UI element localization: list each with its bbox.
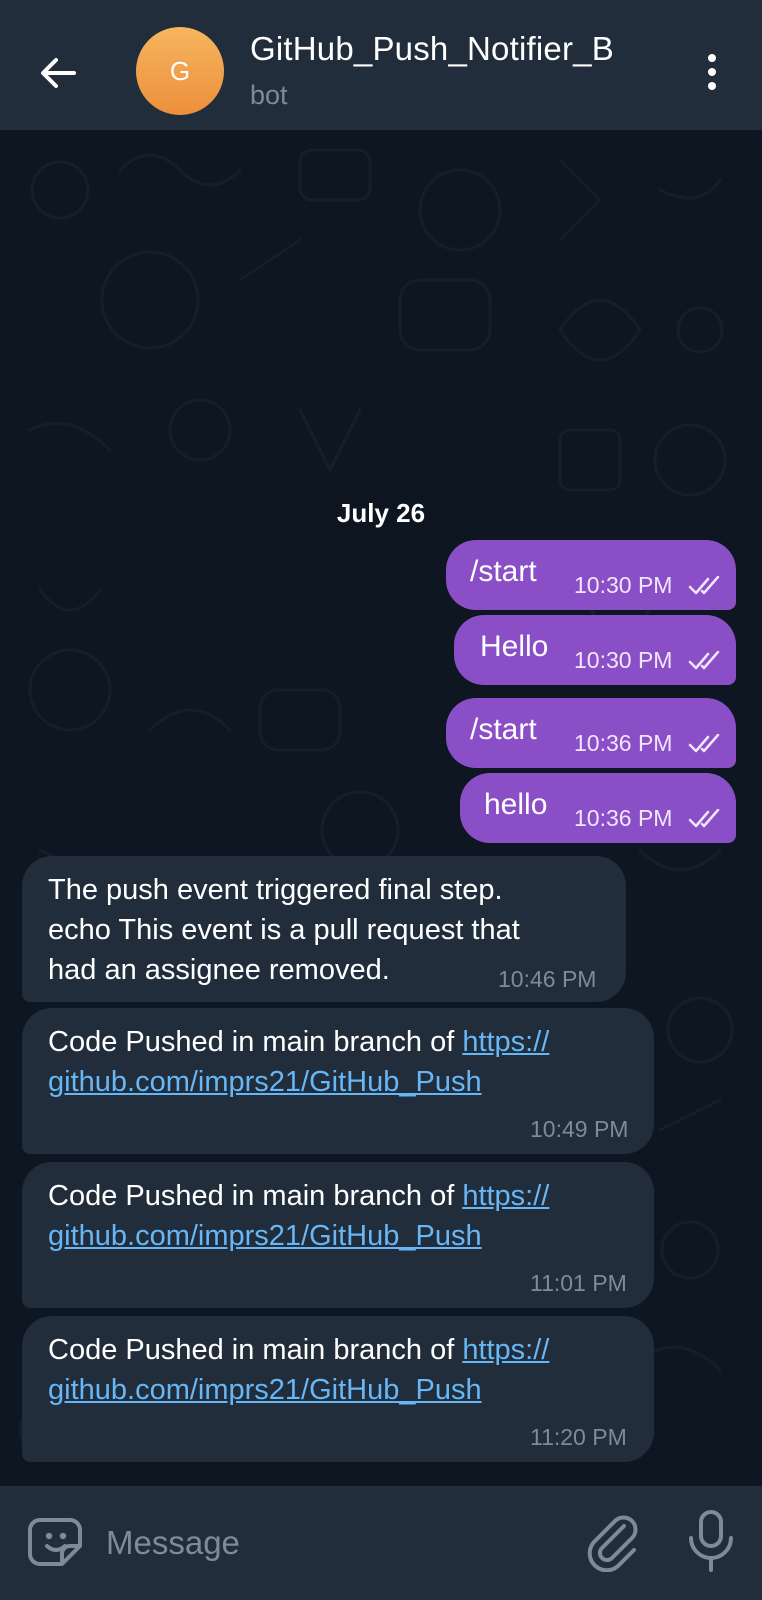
avatar-letter: G xyxy=(169,55,191,86)
message-input[interactable] xyxy=(104,1514,558,1572)
message-link[interactable]: github.com/imprs21/GitHub_Push xyxy=(48,1220,482,1252)
message-link[interactable]: https:// xyxy=(462,1334,549,1366)
message-link[interactable]: https:// xyxy=(462,1026,549,1058)
double-check-icon xyxy=(688,734,720,753)
double-check-icon xyxy=(688,576,720,595)
message-time: 11:20 PM xyxy=(530,1424,627,1450)
outgoing-message[interactable]: Hello 10:30 PM xyxy=(454,615,736,685)
date-chip: July 26 xyxy=(318,488,444,538)
chat-area[interactable]: July 26 /start 10:30 PM Hello 10:30 PM /… xyxy=(0,130,762,1486)
message-text: The push event triggered final step. ech… xyxy=(48,874,520,986)
outgoing-message[interactable]: /start 10:36 PM xyxy=(446,698,736,768)
incoming-message[interactable]: The push event triggered final step. ech… xyxy=(22,856,626,1002)
microphone-button[interactable] xyxy=(682,1508,740,1574)
message-text: Code Pushed in main branch of https:// g… xyxy=(48,1180,550,1252)
message-time: 10:30 PM xyxy=(574,572,673,598)
message-text: Code Pushed in main branch of https:// g… xyxy=(48,1334,550,1406)
avatar[interactable]: G xyxy=(136,27,224,115)
message-text: /start xyxy=(470,555,537,588)
more-vertical-icon xyxy=(708,54,716,62)
message-time: 11:01 PM xyxy=(530,1270,627,1296)
double-check-icon xyxy=(688,651,720,670)
message-time: 10:30 PM xyxy=(574,647,673,673)
message-text: /start xyxy=(470,713,537,746)
message-text: hello xyxy=(484,788,548,821)
message-input-bar xyxy=(0,1486,762,1600)
sticker-icon xyxy=(28,1518,82,1566)
chat-header: G GitHub_Push_Notifier_B bot xyxy=(0,0,762,130)
paperclip-icon xyxy=(587,1515,638,1573)
message-time: 10:46 PM xyxy=(498,966,597,992)
outgoing-message[interactable]: /start 10:30 PM xyxy=(446,540,736,610)
back-button[interactable] xyxy=(30,45,86,101)
title-fade xyxy=(610,28,670,72)
chat-subtitle: bot xyxy=(250,80,288,110)
incoming-message[interactable]: Code Pushed in main branch of https:// g… xyxy=(22,1316,654,1462)
chat-title[interactable]: GitHub_Push_Notifier_B xyxy=(250,30,660,68)
double-check-icon xyxy=(688,809,720,828)
incoming-message[interactable]: Code Pushed in main branch of https:// g… xyxy=(22,1162,654,1308)
message-time: 10:36 PM xyxy=(574,730,673,756)
message-text: Code Pushed in main branch of https:// g… xyxy=(48,1026,550,1098)
message-text: Hello xyxy=(480,630,549,663)
outgoing-message[interactable]: hello 10:36 PM xyxy=(460,773,736,843)
more-options-button[interactable] xyxy=(688,44,736,100)
message-link[interactable]: github.com/imprs21/GitHub_Push xyxy=(48,1066,482,1098)
message-time: 10:49 PM xyxy=(530,1116,629,1142)
incoming-message[interactable]: Code Pushed in main branch of https:// g… xyxy=(22,1008,654,1154)
attach-button[interactable] xyxy=(584,1512,644,1573)
arrow-left-icon xyxy=(41,58,76,88)
message-link[interactable]: https:// xyxy=(462,1180,549,1212)
message-link[interactable]: github.com/imprs21/GitHub_Push xyxy=(48,1374,482,1406)
message-time: 10:36 PM xyxy=(574,805,673,831)
microphone-icon xyxy=(689,1510,733,1572)
emoji-button[interactable] xyxy=(28,1512,88,1572)
